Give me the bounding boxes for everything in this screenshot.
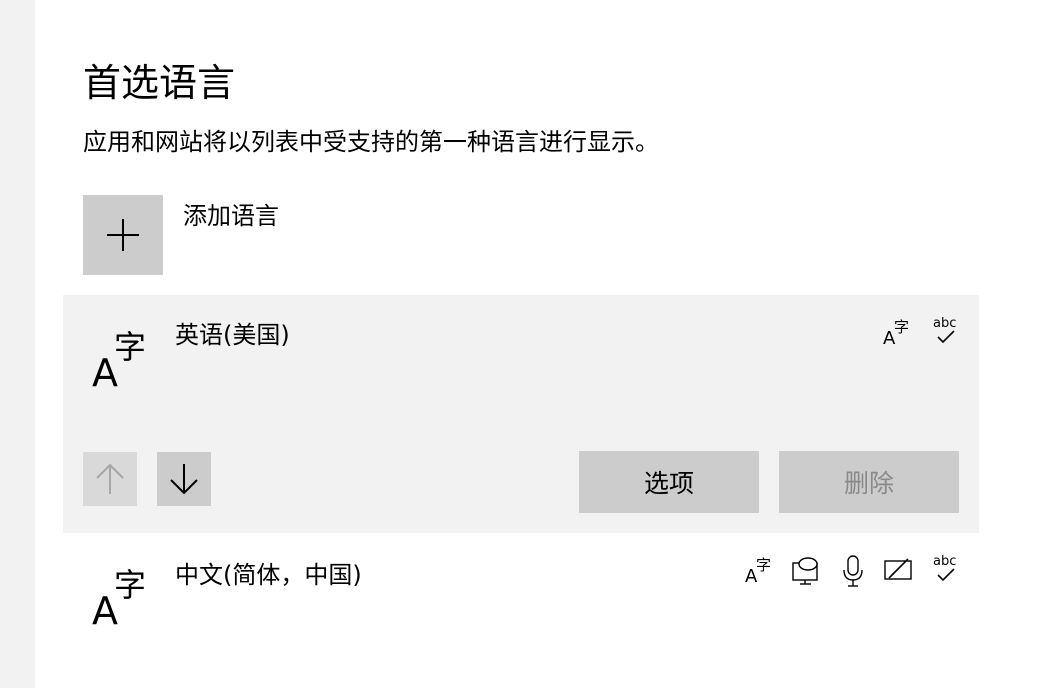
display-language-icon: A 字 [883, 318, 909, 349]
move-up-button[interactable] [83, 452, 137, 506]
svg-text:abc: abc [933, 316, 956, 331]
svg-text:字: 字 [114, 566, 146, 604]
language-glyph-icon: A 字 [92, 566, 146, 628]
spell-check-icon: abc [933, 554, 956, 582]
add-language-button[interactable] [83, 195, 163, 275]
language-name: 中文(简体，中国) [175, 561, 362, 589]
svg-text:字: 字 [114, 328, 146, 366]
side-strip [0, 0, 35, 688]
page-title: 首选语言 [83, 61, 236, 106]
display-language-icon: A 字 [745, 556, 771, 587]
page-description: 应用和网站将以列表中受支持的第一种语言进行显示。 [83, 128, 659, 156]
svg-text:字: 字 [756, 556, 771, 574]
svg-text:abc: abc [933, 554, 956, 569]
microphone-icon [843, 555, 863, 587]
move-down-button[interactable] [157, 452, 211, 506]
language-feature-icons: A 字 abc [745, 553, 961, 589]
arrow-up-icon [96, 463, 124, 494]
speech-bubble-icon [792, 557, 818, 585]
handwriting-icon [884, 558, 912, 580]
plus-icon [107, 219, 139, 251]
spell-check-icon: abc [933, 316, 956, 344]
language-item-english-us[interactable]: A 字 英语(美国) A 字 abc 选项 删除 [63, 295, 979, 533]
language-name: 英语(美国) [175, 321, 290, 349]
add-language-label[interactable]: 添加语言 [183, 198, 279, 234]
language-item-chinese-simplified[interactable]: A 字 中文(简体，中国) A 字 abc [63, 535, 979, 645]
arrow-down-icon [170, 464, 198, 495]
language-feature-icons: A 字 abc [883, 315, 961, 351]
language-glyph-icon: A 字 [92, 328, 146, 390]
options-button[interactable]: 选项 [579, 451, 759, 513]
svg-text:字: 字 [894, 318, 909, 336]
remove-button[interactable]: 删除 [779, 451, 959, 513]
